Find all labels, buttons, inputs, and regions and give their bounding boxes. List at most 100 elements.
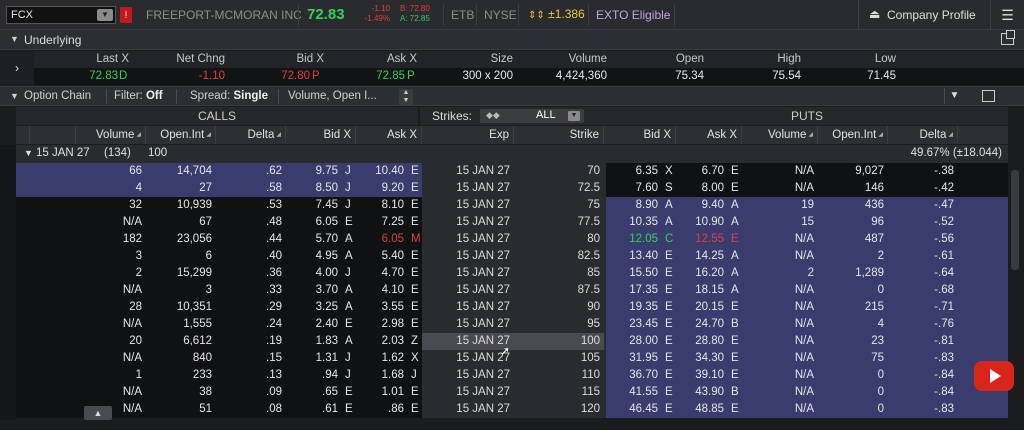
chevron-down-icon[interactable]: ▼ (10, 34, 19, 44)
table-row[interactable]: 20 6,612.19 1.83 A 2.03 Z 15 JAN 27 100 28.00 E 28… (16, 333, 1008, 350)
table-row[interactable]: N/A 38.09.65 E 1.01 E 15 JAN 27 115 41.55 E 43.90… (16, 384, 1008, 401)
call-ask[interactable]: 3.55 (356, 299, 408, 316)
header-put-volume[interactable]: Volume ◢ (742, 126, 818, 144)
call-ask[interactable]: 4.70 (356, 265, 408, 282)
collapse-up-icon[interactable]: ▲ (84, 406, 112, 420)
put-bid[interactable]: 28.00 (606, 333, 662, 350)
call-ask[interactable]: 1.68 (356, 367, 408, 384)
put-bid[interactable]: 7.60 (606, 180, 662, 197)
call-bid[interactable]: 9.75 (286, 163, 342, 180)
layout-selector[interactable]: Volume, Open I... (288, 90, 377, 102)
call-ask[interactable]: 10.40 (356, 163, 408, 180)
header-call-bid[interactable]: Bid X (286, 126, 356, 144)
call-ask[interactable]: 1.62 (356, 350, 408, 367)
call-bid[interactable]: 4.95 (286, 248, 342, 265)
call-bid[interactable]: 1.31 (286, 350, 342, 367)
table-row[interactable]: 66 14,704.62 9.75 J 10.40 E 15 JAN 27 70 6.35 X 6.… (16, 163, 1008, 180)
put-ask[interactable]: 39.10 (676, 367, 728, 384)
table-row[interactable]: N/A 840.15 1.31 J 1.62 X 15 JAN 27 105 31.95 E 34.… (16, 350, 1008, 367)
symbol-selector[interactable]: FCX ▼ (6, 6, 116, 24)
call-ask[interactable]: 5.40 (356, 248, 408, 265)
put-ask[interactable]: 18.15 (676, 282, 728, 299)
header-put-open-int[interactable]: Open.Int ◢ (818, 126, 888, 144)
call-ask[interactable]: 7.25 (356, 214, 408, 231)
chevron-down-icon[interactable]: ▼ (568, 111, 580, 121)
put-ask[interactable]: 10.90 (676, 214, 728, 231)
header-put-ask[interactable]: Ask X (676, 126, 742, 144)
table-row[interactable]: N/A 51.08.61 E .86 E 15 JAN 27 120 46.45 E 48.85 E… (16, 401, 1008, 418)
put-bid[interactable]: 19.35 (606, 299, 662, 316)
put-ask[interactable]: 43.90 (676, 384, 728, 401)
chevron-down-icon[interactable]: ▼ (97, 9, 113, 21)
put-ask[interactable]: 6.70 (676, 163, 728, 180)
underlying-section-header[interactable]: ▼ Underlying (0, 30, 1024, 50)
header-put-bid[interactable]: Bid X (606, 126, 676, 144)
put-bid[interactable]: 41.55 (606, 384, 662, 401)
call-ask[interactable]: 8.10 (356, 197, 408, 214)
put-bid[interactable]: 6.35 (606, 163, 662, 180)
table-row[interactable]: 1 233.13.94 J 1.68 J 15 JAN 27 110 36.70 E 39.10 E… (16, 367, 1008, 384)
put-bid[interactable]: 31.95 (606, 350, 662, 367)
put-ask[interactable]: 20.15 (676, 299, 728, 316)
put-ask[interactable]: 16.20 (676, 265, 728, 282)
popout-icon[interactable] (1001, 30, 1015, 45)
alert-flag-icon[interactable]: ! (120, 7, 132, 23)
filter-control[interactable]: Filter: Off (114, 90, 163, 102)
header-exp[interactable]: Exp (422, 126, 514, 144)
company-profile-button[interactable]: ⏏ Company Profile (858, 0, 990, 30)
put-ask[interactable]: 14.25 (676, 248, 728, 265)
table-row[interactable]: 4 27.58 8.50 J 9.20 E 15 JAN 27 72.5 7.60 S 8.00 E N… (16, 180, 1008, 197)
call-ask[interactable]: 1.01 (356, 384, 408, 401)
put-bid[interactable]: 8.90 (606, 197, 662, 214)
table-row[interactable]: N/A 3.33 3.70 A 4.10 E 15 JAN 27 87.5 17.35 E 18.1… (16, 282, 1008, 299)
put-ask[interactable]: 48.85 (676, 401, 728, 418)
layout-spinner-icon[interactable]: ▲ ▼ (399, 89, 413, 105)
put-ask[interactable]: 34.30 (676, 350, 728, 367)
table-row[interactable]: 182 23,056.44 5.70 A 6.05 M 15 JAN 27 80 12.05 C 1… (16, 231, 1008, 248)
put-ask[interactable]: 28.80 (676, 333, 728, 350)
header-call-delta[interactable]: Delta ◢ (216, 126, 286, 144)
call-bid[interactable]: .65 (286, 384, 342, 401)
call-bid[interactable]: 3.25 (286, 299, 342, 316)
collapse-icon[interactable]: ▼ (944, 88, 964, 104)
call-bid[interactable]: 7.45 (286, 197, 342, 214)
put-bid[interactable]: 17.35 (606, 282, 662, 299)
put-bid[interactable]: 10.35 (606, 214, 662, 231)
call-bid[interactable]: 8.50 (286, 180, 342, 197)
put-bid[interactable]: 12.05 (606, 231, 662, 248)
call-ask[interactable]: 2.03 (356, 333, 408, 350)
menu-icon[interactable]: ☰ (990, 0, 1024, 30)
call-bid[interactable]: 5.70 (286, 231, 342, 248)
spread-control[interactable]: Spread: Single (190, 90, 268, 102)
chevron-right-icon[interactable]: › (0, 51, 34, 85)
strikes-selector[interactable]: ◆◆ ALL ▼ (480, 109, 584, 123)
call-bid[interactable]: 4.00 (286, 265, 342, 282)
put-bid[interactable]: 15.50 (606, 265, 662, 282)
table-row[interactable]: 2 15,299.36 4.00 J 4.70 E 15 JAN 27 85 15.50 E 16.… (16, 265, 1008, 282)
table-row[interactable]: N/A 67.48 6.05 E 7.25 E 15 JAN 27 77.5 10.35 A 10.… (16, 214, 1008, 231)
put-ask[interactable]: 8.00 (676, 180, 728, 197)
table-row[interactable]: 28 10,351.29 3.25 A 3.55 E 15 JAN 27 90 19.35 E 20… (16, 299, 1008, 316)
table-row[interactable]: 3 6.40 4.95 A 5.40 E 15 JAN 27 82.5 13.40 E 14.25 A… (16, 248, 1008, 265)
chevron-down-icon[interactable]: ▼ (24, 148, 33, 158)
put-bid[interactable]: 23.45 (606, 316, 662, 333)
call-bid[interactable]: 3.70 (286, 282, 342, 299)
call-ask[interactable]: 2.98 (356, 316, 408, 333)
table-row[interactable]: N/A 1,555.24 2.40 E 2.98 E 15 JAN 27 95 23.45 E 24… (16, 316, 1008, 333)
scrollbar-thumb[interactable] (1011, 170, 1019, 270)
call-bid[interactable]: 1.83 (286, 333, 342, 350)
call-ask[interactable]: 4.10 (356, 282, 408, 299)
chevron-down-icon[interactable]: ▼ (10, 91, 19, 101)
call-bid[interactable]: 2.40 (286, 316, 342, 333)
popout-icon[interactable] (982, 90, 995, 102)
put-bid[interactable]: 36.70 (606, 367, 662, 384)
put-ask[interactable]: 9.40 (676, 197, 728, 214)
call-ask[interactable]: 6.05 (356, 231, 408, 248)
call-bid[interactable]: .94 (286, 367, 342, 384)
header-call-volume[interactable]: Volume ◢ (76, 126, 146, 144)
header-strike[interactable]: Strike (514, 126, 604, 144)
header-call-ask[interactable]: Ask X (356, 126, 422, 144)
put-ask[interactable]: 24.70 (676, 316, 728, 333)
put-bid[interactable]: 46.45 (606, 401, 662, 418)
put-ask[interactable]: 12.55 (676, 231, 728, 248)
